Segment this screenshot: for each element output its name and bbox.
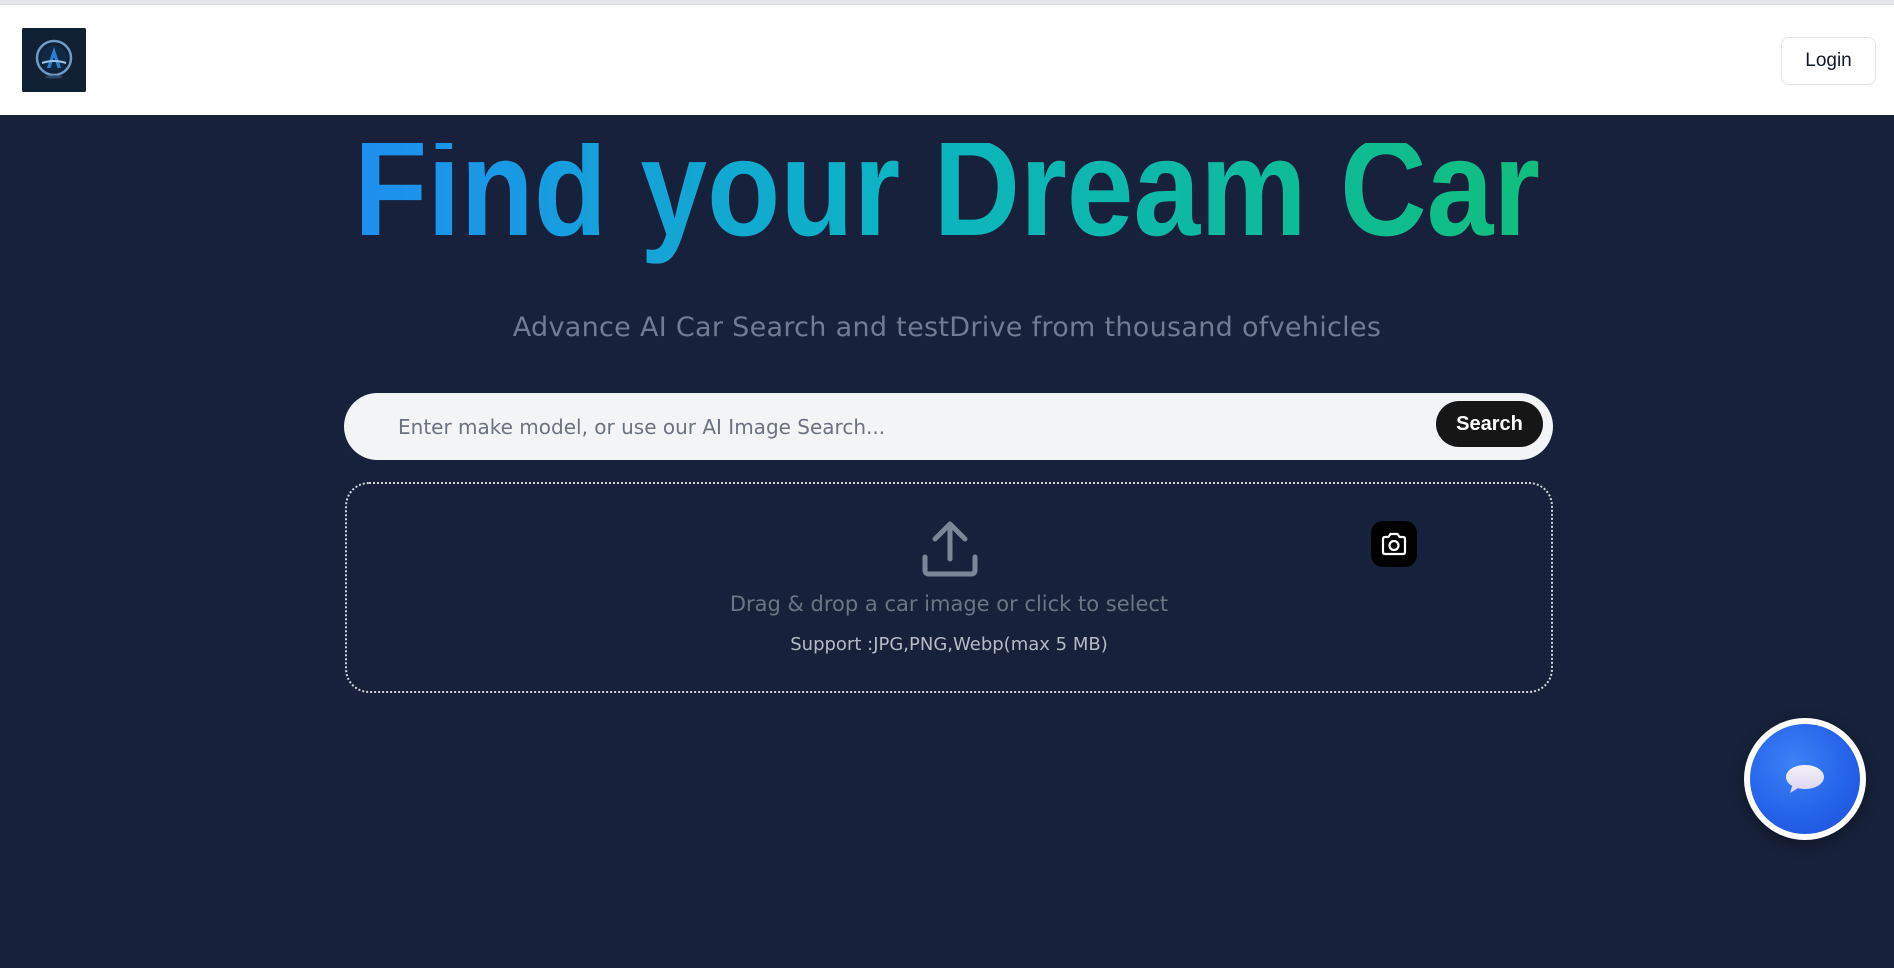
dropzone-support-text: Support :JPG,PNG,Webp(max 5 MB) (790, 634, 1108, 655)
site-header: Login (0, 5, 1894, 115)
chat-bubble-icon (1786, 765, 1824, 793)
page-title-text: Find your Dream Car (354, 143, 1540, 265)
page-subtitle: Advance AI Car Search and testDrive from… (512, 312, 1382, 343)
chat-button-inner (1750, 724, 1860, 834)
dropzone-instructions: Drag & drop a car image or click to sele… (729, 592, 1169, 616)
image-dropzone[interactable]: Drag & drop a car image or click to sele… (345, 482, 1553, 693)
login-button[interactable]: Login (1781, 37, 1876, 85)
camera-button[interactable] (1371, 521, 1417, 567)
car-brand-logo-icon (22, 28, 86, 92)
search-bar: Search (344, 393, 1553, 460)
search-input[interactable] (398, 393, 1408, 460)
upload-icon (922, 521, 978, 577)
camera-icon (1381, 532, 1407, 556)
logo[interactable] (22, 28, 86, 92)
page-title: Find your Dream Car (0, 143, 1894, 283)
chat-button[interactable] (1744, 718, 1866, 840)
search-button[interactable]: Search (1436, 401, 1543, 447)
